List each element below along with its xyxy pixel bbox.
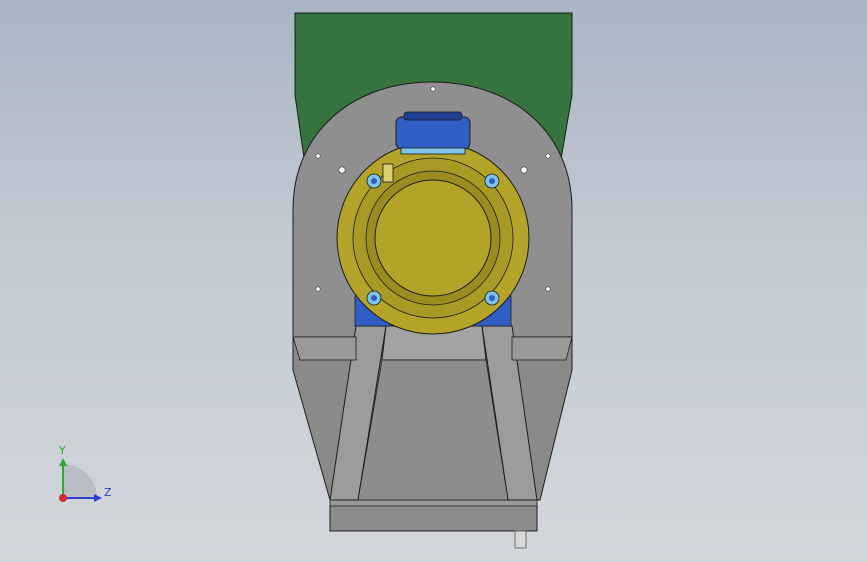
- inner-disc[interactable]: [374, 179, 492, 297]
- bolt-core: [371, 178, 377, 184]
- triad-quadrant: [63, 464, 97, 498]
- model-view[interactable]: [0, 0, 867, 562]
- skirt-flap-left: [292, 336, 357, 361]
- y-axis-label: Y: [58, 444, 66, 457]
- hole: [315, 286, 321, 292]
- base-plate-top: [329, 499, 538, 507]
- bolt-core: [489, 178, 495, 184]
- motor-body: [395, 116, 471, 150]
- hole: [545, 153, 551, 159]
- x-axis-origin: [59, 494, 67, 502]
- lever-tab[interactable]: [382, 163, 394, 183]
- bolt-core: [489, 295, 495, 301]
- hole: [430, 86, 436, 92]
- hole: [520, 166, 528, 174]
- hole: [315, 153, 321, 159]
- motor-base: [400, 147, 466, 155]
- base-plate[interactable]: [329, 504, 538, 532]
- bolt-core: [371, 295, 377, 301]
- hole: [338, 166, 346, 174]
- cad-viewport[interactable]: Y Z: [0, 0, 867, 562]
- orientation-triad[interactable]: Y Z: [40, 438, 120, 518]
- skirt-flap-right: [511, 336, 573, 361]
- drain-pin[interactable]: [514, 530, 527, 549]
- support-inner-panel: [357, 359, 509, 501]
- z-arrow: [94, 494, 102, 502]
- motor-cap: [403, 111, 463, 121]
- y-arrow: [59, 458, 67, 466]
- hole: [545, 286, 551, 292]
- z-axis-label: Z: [104, 486, 112, 499]
- motor-assembly[interactable]: [395, 111, 471, 155]
